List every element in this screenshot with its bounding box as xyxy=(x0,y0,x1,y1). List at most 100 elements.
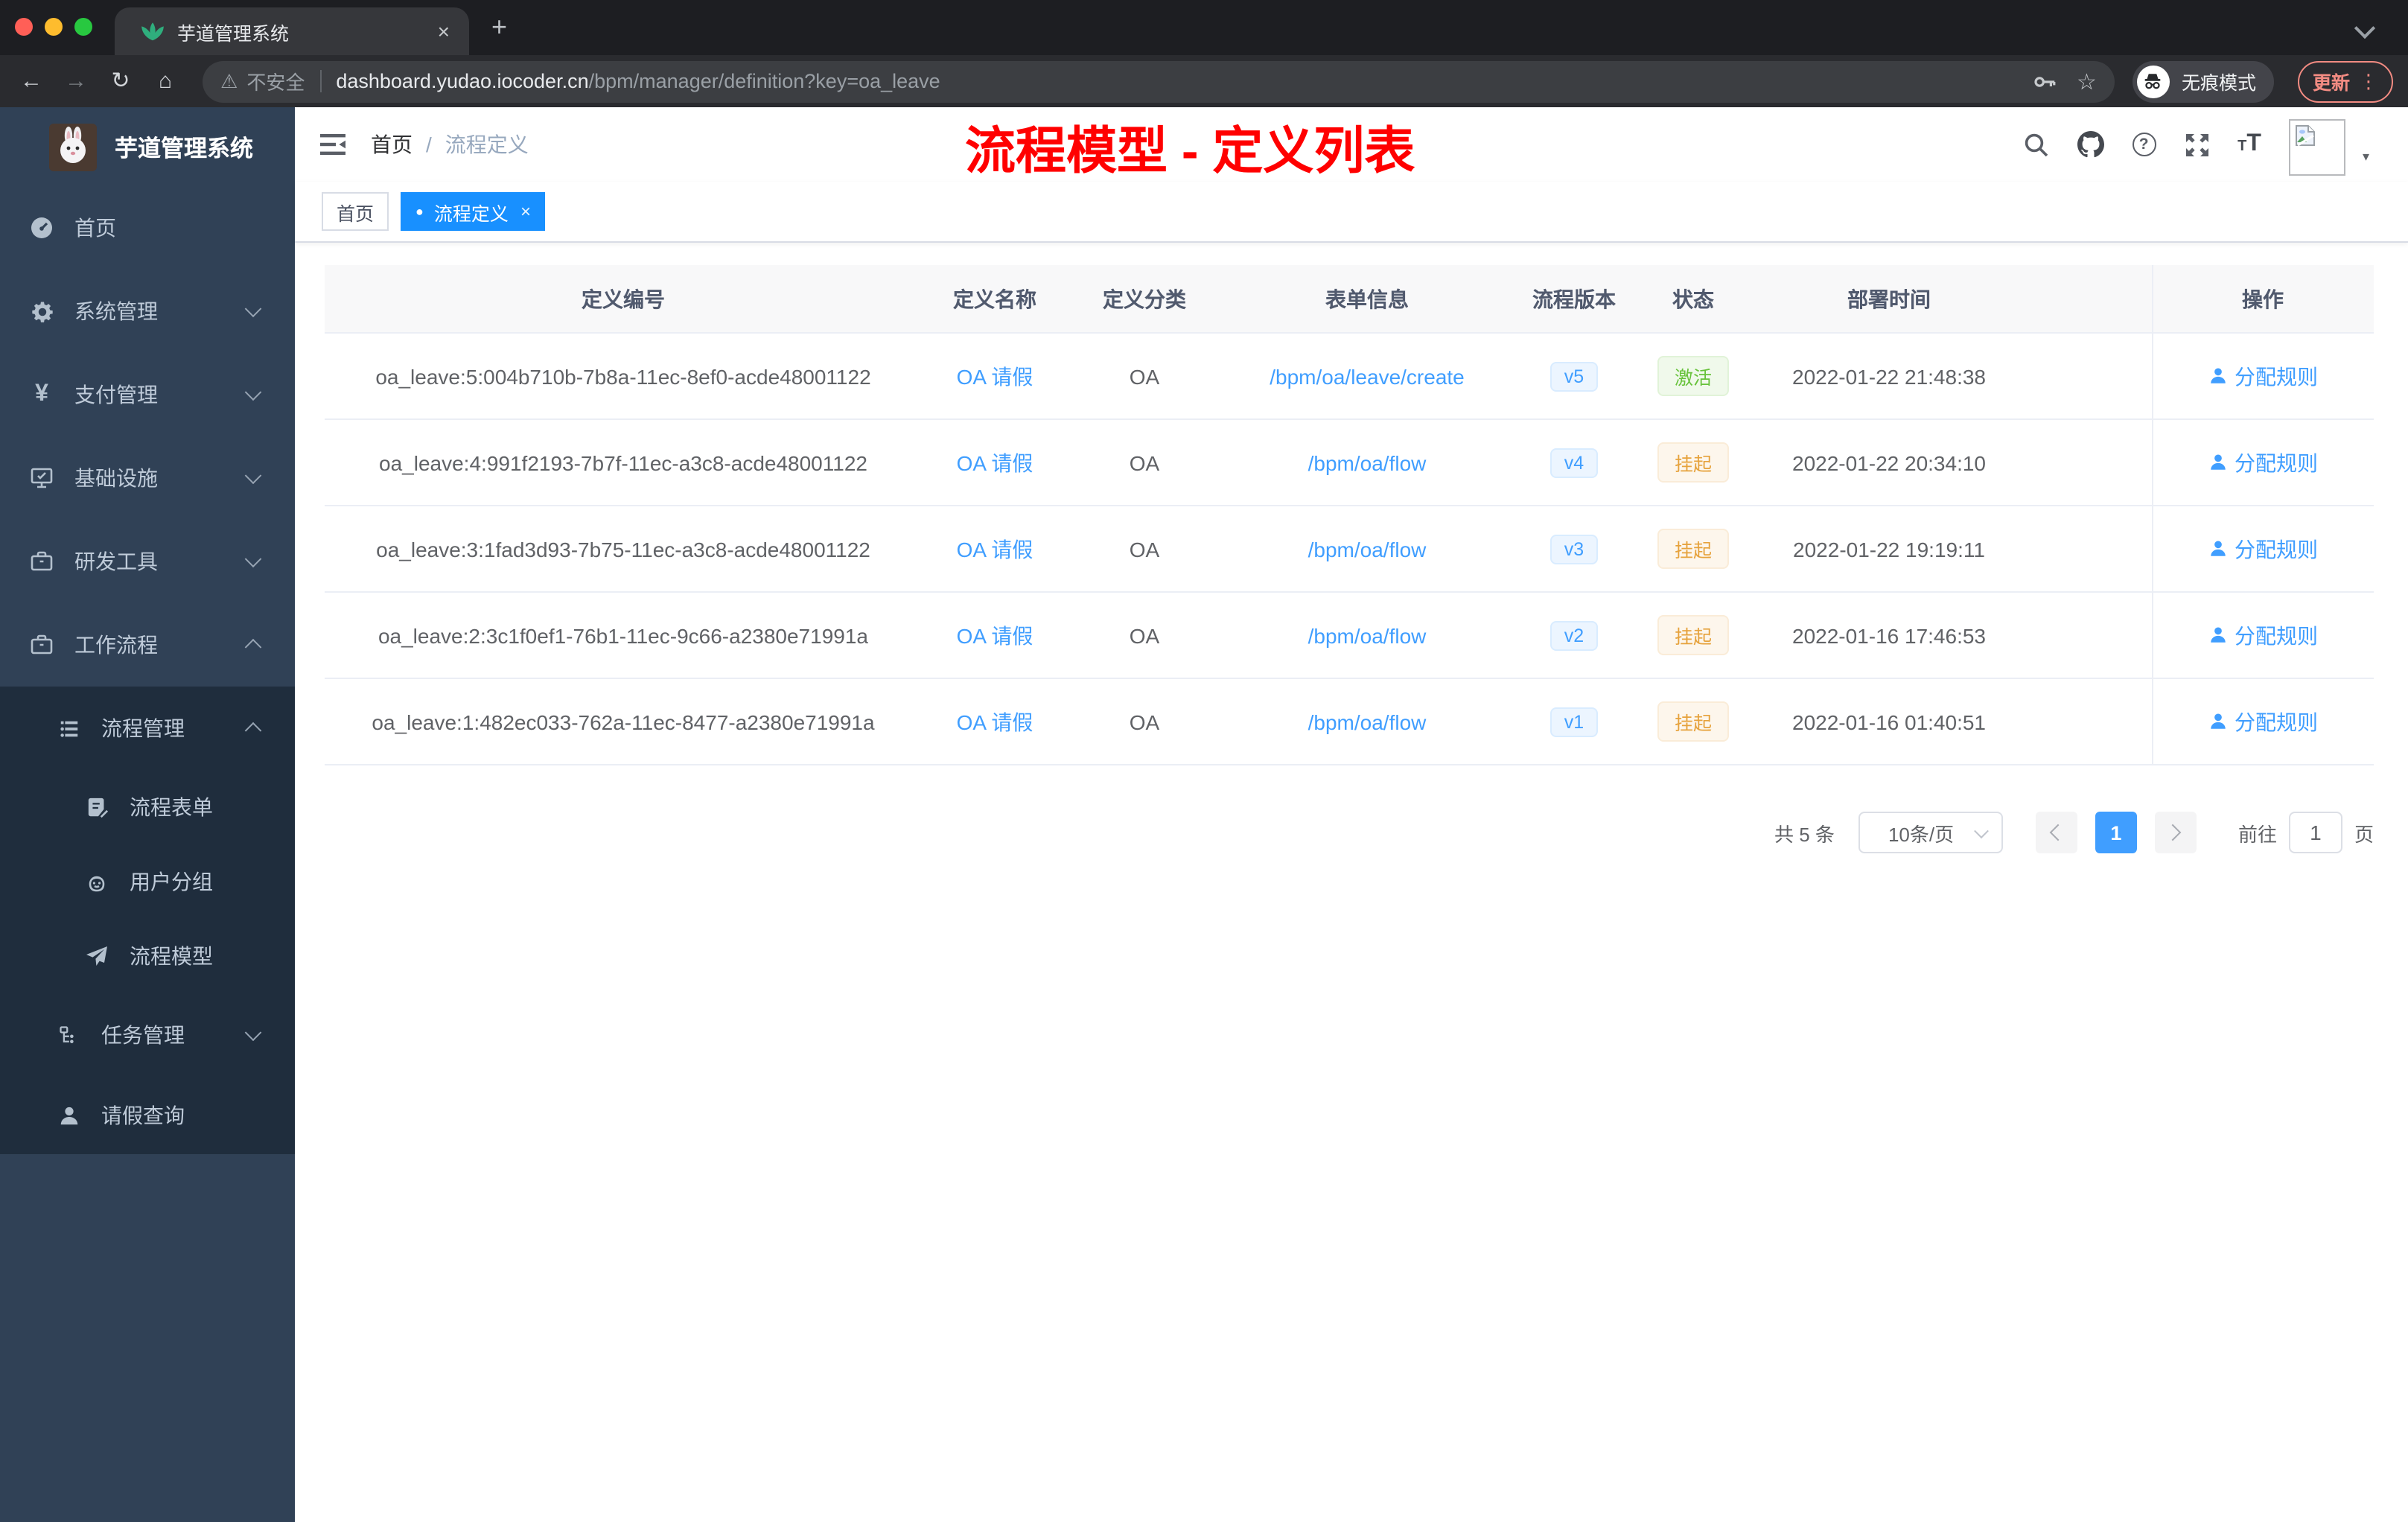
chevron-up-icon xyxy=(244,722,262,739)
form-info-link[interactable]: /bpm/oa/flow xyxy=(1308,450,1427,474)
cell-deploy-time: 2022-01-16 01:40:51 xyxy=(1792,710,1986,733)
search-icon[interactable] xyxy=(2023,132,2048,157)
person-icon xyxy=(57,1104,80,1127)
bookmark-star-icon[interactable]: ☆ xyxy=(2077,68,2097,95)
chrome-update-button[interactable]: 更新 ⋮ xyxy=(2297,60,2393,102)
github-icon[interactable] xyxy=(2077,131,2104,158)
fullscreen-icon[interactable] xyxy=(2184,132,2209,157)
address-bar[interactable]: ⚠ 不安全 dashboard.yudao.iocoder.cn/bpm/man… xyxy=(203,60,2115,102)
cell-definition-id: oa_leave:5:004b710b-7b8a-11ec-8ef0-acde4… xyxy=(375,364,871,388)
password-key-icon[interactable] xyxy=(2032,69,2056,93)
page-content: 定义编号 定义名称 定义分类 表单信息 流程版本 状态 部署时间 操作 oa_l… xyxy=(295,243,2408,853)
new-tab-button[interactable]: + xyxy=(491,10,507,43)
list-icon xyxy=(57,716,80,740)
assign-rule-button[interactable]: 分配规则 xyxy=(2208,534,2318,564)
col-status: 状态 xyxy=(1672,287,1714,311)
form-info-link[interactable]: /bpm/oa/flow xyxy=(1308,623,1427,647)
sidebar-item-leave-query[interactable]: 请假查询 xyxy=(0,1077,295,1154)
sidebar-menu: 首页 系统管理 ¥ 支付管理 基础设施 研发工具 工作流程 流程管理 流程表单 … xyxy=(0,186,295,1154)
browser-menu-icon[interactable]: ⋮ xyxy=(2359,69,2378,93)
avatar-caret-icon[interactable]: ▾ xyxy=(2363,148,2369,165)
status-badge: 激活 xyxy=(1657,356,1728,396)
assign-rule-button[interactable]: 分配规则 xyxy=(2208,620,2318,650)
browser-tab[interactable]: 芋道管理系统 × xyxy=(115,7,469,55)
status-badge: 挂起 xyxy=(1657,529,1728,569)
forward-button[interactable]: → xyxy=(60,55,92,107)
tab-strip: 芋道管理系统 × + xyxy=(0,0,2408,55)
reload-button[interactable]: ↻ xyxy=(104,55,137,107)
chevron-down-icon xyxy=(244,467,262,485)
cell-definition-id: oa_leave:2:3c1f0ef1-76b1-11ec-9c66-a2380… xyxy=(378,623,868,647)
window-controls[interactable] xyxy=(15,18,92,36)
briefcase-icon xyxy=(30,633,54,657)
cell-deploy-time: 2022-01-22 20:34:10 xyxy=(1792,450,1986,474)
version-badge: v4 xyxy=(1550,448,1598,477)
sidebar-item-infrastructure[interactable]: 基础设施 xyxy=(0,436,295,520)
home-button[interactable]: ⌂ xyxy=(149,55,182,107)
col-definition-id: 定义编号 xyxy=(582,287,665,311)
definition-table: 定义编号 定义名称 定义分类 表单信息 流程版本 状态 部署时间 操作 oa_l… xyxy=(325,265,2374,765)
assign-rule-button[interactable]: 分配规则 xyxy=(2208,707,2318,736)
next-page-button[interactable] xyxy=(2154,812,2197,853)
pagination: 共 5 条 10条/页 1 前往 1 页 xyxy=(325,812,2374,853)
prev-page-button[interactable] xyxy=(2035,812,2077,853)
tags-view-bar: 首页 ● 流程定义 × xyxy=(295,182,2408,243)
sidebar-item-user-group[interactable]: 用户分组 xyxy=(0,844,295,919)
incognito-icon xyxy=(2145,74,2162,89)
font-size-icon[interactable]: TT xyxy=(2237,132,2261,156)
total-count: 共 5 条 xyxy=(1774,823,1835,845)
zoom-window-button[interactable] xyxy=(74,18,92,36)
definition-name-link[interactable]: OA 请假 xyxy=(957,450,1033,474)
form-edit-icon xyxy=(85,795,109,819)
definition-name-link[interactable]: OA 请假 xyxy=(957,537,1033,561)
assign-rule-button[interactable]: 分配规则 xyxy=(2208,361,2318,391)
breadcrumb-home[interactable]: 首页 xyxy=(371,130,413,159)
table-row: oa_leave:2:3c1f0ef1-76b1-11ec-9c66-a2380… xyxy=(325,593,2374,679)
col-process-version: 流程版本 xyxy=(1532,287,1616,311)
gear-icon xyxy=(30,299,54,323)
cell-category: OA xyxy=(1129,450,1160,474)
goto-page: 前往 1 页 xyxy=(2238,812,2374,853)
monitor-check-icon xyxy=(30,466,54,490)
avatar[interactable] xyxy=(2289,119,2346,176)
toolbox-icon xyxy=(30,550,54,573)
definition-name-link[interactable]: OA 请假 xyxy=(957,623,1033,647)
back-button[interactable]: ← xyxy=(15,55,48,107)
cell-deploy-time: 2022-01-22 19:19:11 xyxy=(1793,537,1985,561)
assign-rule-button[interactable]: 分配规则 xyxy=(2208,448,2318,477)
tag-home[interactable]: 首页 xyxy=(322,192,389,231)
tag-process-definition[interactable]: ● 流程定义 × xyxy=(401,192,546,231)
sidebar-item-process-form[interactable]: 流程表单 xyxy=(0,770,295,844)
sidebar-item-system[interactable]: 系统管理 xyxy=(0,270,295,353)
sidebar-item-devtools[interactable]: 研发工具 xyxy=(0,520,295,603)
collapse-sidebar-icon[interactable] xyxy=(320,133,347,156)
col-definition-name: 定义名称 xyxy=(953,287,1036,311)
current-page[interactable]: 1 xyxy=(2095,812,2137,853)
page-size-select[interactable]: 10条/页 xyxy=(1858,812,2003,853)
form-info-link[interactable]: /bpm/oa/flow xyxy=(1308,537,1427,561)
cell-category: OA xyxy=(1129,710,1160,733)
form-info-link[interactable]: /bpm/oa/flow xyxy=(1308,710,1427,733)
form-info-link[interactable]: /bpm/oa/leave/create xyxy=(1270,364,1465,388)
url-host: dashboard.yudao.iocoder.cn xyxy=(336,70,589,92)
close-window-button[interactable] xyxy=(15,18,33,36)
definition-name-link[interactable]: OA 请假 xyxy=(957,364,1033,388)
sidebar-item-process-management[interactable]: 流程管理 xyxy=(0,687,295,770)
brand: 芋道管理系统 xyxy=(0,107,295,186)
minimize-window-button[interactable] xyxy=(45,18,63,36)
send-icon xyxy=(85,944,109,968)
sidebar-item-home[interactable]: 首页 xyxy=(0,186,295,270)
table-body: oa_leave:5:004b710b-7b8a-11ec-8ef0-acde4… xyxy=(325,334,2374,765)
security-label[interactable]: 不安全 xyxy=(246,67,305,95)
sidebar-item-workflow[interactable]: 工作流程 xyxy=(0,603,295,687)
sidebar-item-task-management[interactable]: 任务管理 xyxy=(0,993,295,1077)
tab-close-icon[interactable]: × xyxy=(433,19,454,43)
sidebar-item-process-model[interactable]: 流程模型 xyxy=(0,919,295,993)
tab-search-icon[interactable] xyxy=(2354,17,2376,39)
sidebar-item-payment[interactable]: ¥ 支付管理 xyxy=(0,353,295,436)
goto-page-input[interactable]: 1 xyxy=(2288,812,2342,853)
tag-close-icon[interactable]: × xyxy=(520,201,531,222)
help-icon[interactable]: ? xyxy=(2132,133,2156,156)
definition-name-link[interactable]: OA 请假 xyxy=(957,710,1033,733)
col-operation: 操作 xyxy=(2242,287,2284,311)
